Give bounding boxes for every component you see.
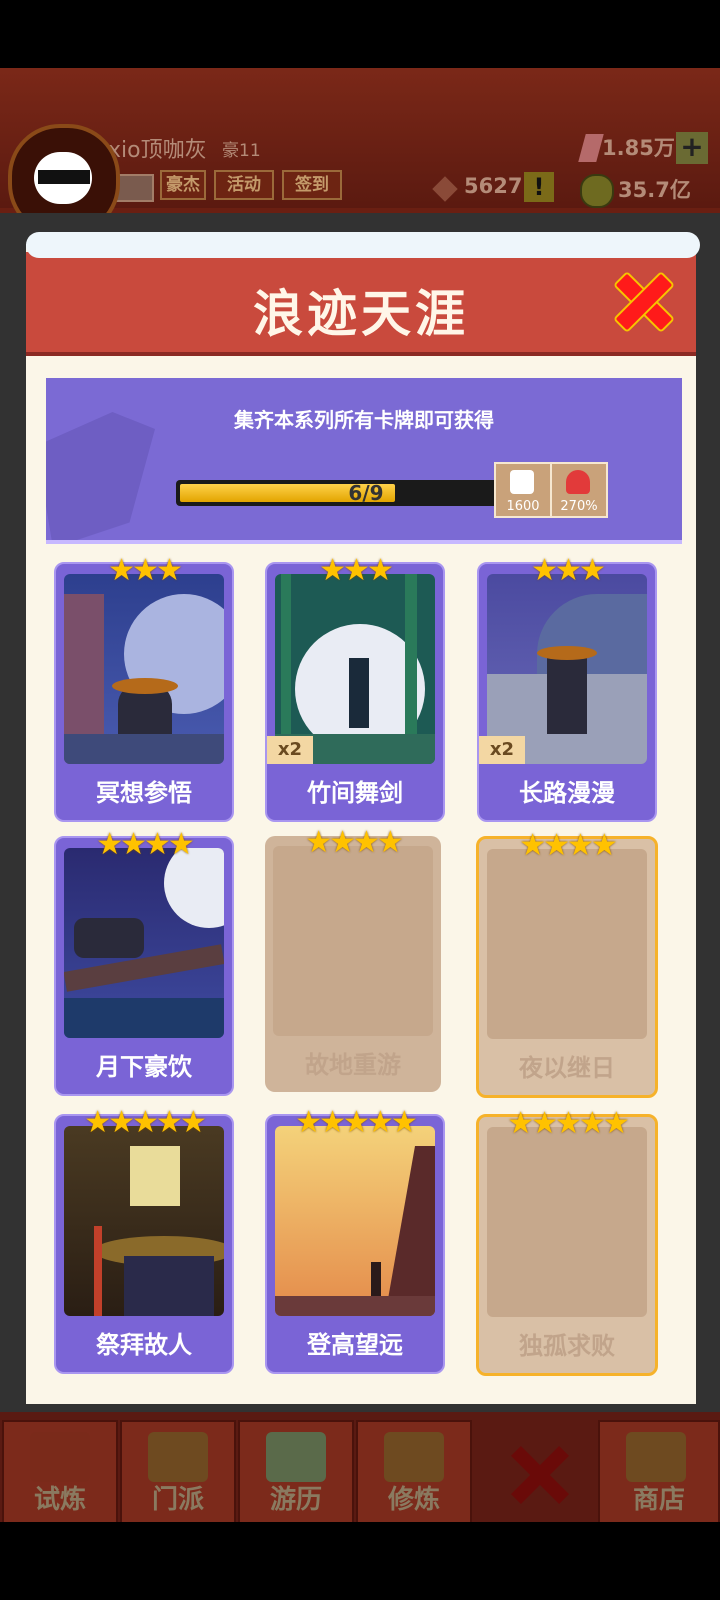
- card-name: 独孤求败: [519, 1332, 615, 1360]
- card-stars: ★★★★★: [507, 1106, 629, 1141]
- nav-shop[interactable]: 商店: [598, 1420, 720, 1524]
- travel-icon: [266, 1432, 326, 1482]
- nav-label: 游历: [269, 1485, 322, 1515]
- reward-dice-value: 1600: [506, 499, 540, 514]
- card-stars: ★★★★★: [84, 1105, 206, 1140]
- card-day-night-locked[interactable]: ★★★★ 夜以继日: [476, 831, 658, 1098]
- series-reward-panel: 集齐本系列所有卡牌即可获得 6/9 1600 270%: [46, 378, 682, 544]
- reward-heart-value: 270%: [560, 499, 598, 514]
- card-stars: ★★★★★: [295, 1105, 417, 1140]
- trial-icon: [30, 1432, 90, 1482]
- series-description: 集齐本系列所有卡牌即可获得: [234, 408, 494, 432]
- series-illustration: [46, 412, 155, 540]
- gem-count: 1.85万: [602, 136, 675, 160]
- shop-icon: [626, 1432, 686, 1482]
- card-dugu-locked[interactable]: ★★★★★ 独孤求败: [476, 1109, 658, 1376]
- card-art: [64, 848, 224, 1038]
- reward-heart[interactable]: 270%: [550, 462, 608, 518]
- alert-button[interactable]: !: [524, 172, 554, 202]
- close-icon[interactable]: [612, 270, 672, 330]
- card-art: [64, 1126, 224, 1316]
- dialog-header: 浪迹天涯: [26, 252, 696, 356]
- sect-icon: [148, 1432, 208, 1482]
- card-stars: ★★★★: [305, 825, 404, 860]
- nav-sect[interactable]: 门派: [120, 1420, 236, 1524]
- player-level: 豪11: [222, 141, 261, 161]
- card-stars: ★★★: [108, 553, 183, 588]
- nav-cultivate[interactable]: 修炼: [356, 1420, 472, 1524]
- dice-icon: [510, 470, 534, 494]
- card-revisit-locked[interactable]: ★★★★ 故地重游: [265, 828, 441, 1092]
- card-name: 故地重游: [305, 1051, 401, 1079]
- status-bar: [0, 0, 720, 68]
- card-art: [64, 574, 224, 764]
- card-worship[interactable]: ★★★★★ 祭拜故人: [54, 1108, 234, 1374]
- avatar-mask: [38, 170, 90, 184]
- activity-button[interactable]: 活动: [214, 170, 274, 200]
- card-name: 夜以继日: [519, 1054, 615, 1082]
- nav-travel[interactable]: 游历: [238, 1420, 354, 1524]
- card-moon-drink[interactable]: ★★★★ 月下豪饮: [54, 830, 234, 1096]
- nav-label: 试炼: [33, 1485, 86, 1515]
- nav-label: 门派: [151, 1485, 204, 1515]
- card-meditation[interactable]: ★★★ 冥想参悟: [54, 556, 234, 822]
- card-name: 祭拜故人: [96, 1331, 192, 1359]
- card-name: 冥想参悟: [96, 779, 192, 807]
- heart-icon: [566, 470, 590, 494]
- card-stars: ★★★★: [519, 828, 618, 863]
- card-count-badge: x2: [479, 736, 525, 764]
- card-art-placeholder: [487, 1127, 647, 1317]
- checkin-button[interactable]: 签到: [282, 170, 342, 200]
- nav-label: 商店: [632, 1485, 685, 1515]
- reward-dice[interactable]: 1600: [494, 462, 552, 518]
- snow-decoration: [26, 232, 700, 258]
- card-long-road[interactable]: x2 ★★★ 长路漫漫: [477, 556, 657, 822]
- heroes-button[interactable]: 豪杰: [160, 170, 206, 200]
- card-bamboo-sword[interactable]: x2 ★★★ 竹间舞剑: [265, 556, 445, 822]
- player-name[interactable]: xio顶咖灰: [108, 132, 207, 164]
- coin-icon: [580, 174, 614, 208]
- bottom-nav: 试炼 门派 游历 修炼 商店: [0, 1412, 720, 1524]
- card-climb-high[interactable]: ★★★★★ 登高望远: [265, 1108, 445, 1374]
- card-name: 竹间舞剑: [307, 779, 403, 807]
- nav-label: 修炼: [387, 1485, 440, 1515]
- card-stars: ★★★: [531, 553, 606, 588]
- cultivate-icon: [384, 1432, 444, 1482]
- card-art-placeholder: [487, 849, 647, 1039]
- collection-progress-bar: 6/9: [176, 480, 506, 506]
- nav-close-icon[interactable]: [510, 1446, 570, 1506]
- coin-count: 35.7亿: [618, 178, 691, 202]
- card-name: 登高望远: [307, 1331, 403, 1359]
- nav-trial[interactable]: 试炼: [2, 1420, 118, 1524]
- add-gems-button[interactable]: +: [676, 132, 708, 164]
- card-art: [275, 1126, 435, 1316]
- card-name: 月下豪饮: [96, 1053, 192, 1081]
- card-stars: ★★★: [319, 553, 394, 588]
- card-stars: ★★★★: [96, 827, 195, 862]
- token-count: 5627: [464, 174, 523, 198]
- card-art-placeholder: [273, 846, 433, 1036]
- card-name: 长路漫漫: [519, 779, 615, 807]
- system-nav-bar: [0, 1522, 720, 1600]
- card-count-badge: x2: [267, 736, 313, 764]
- dialog-title: 浪迹天涯: [253, 285, 469, 343]
